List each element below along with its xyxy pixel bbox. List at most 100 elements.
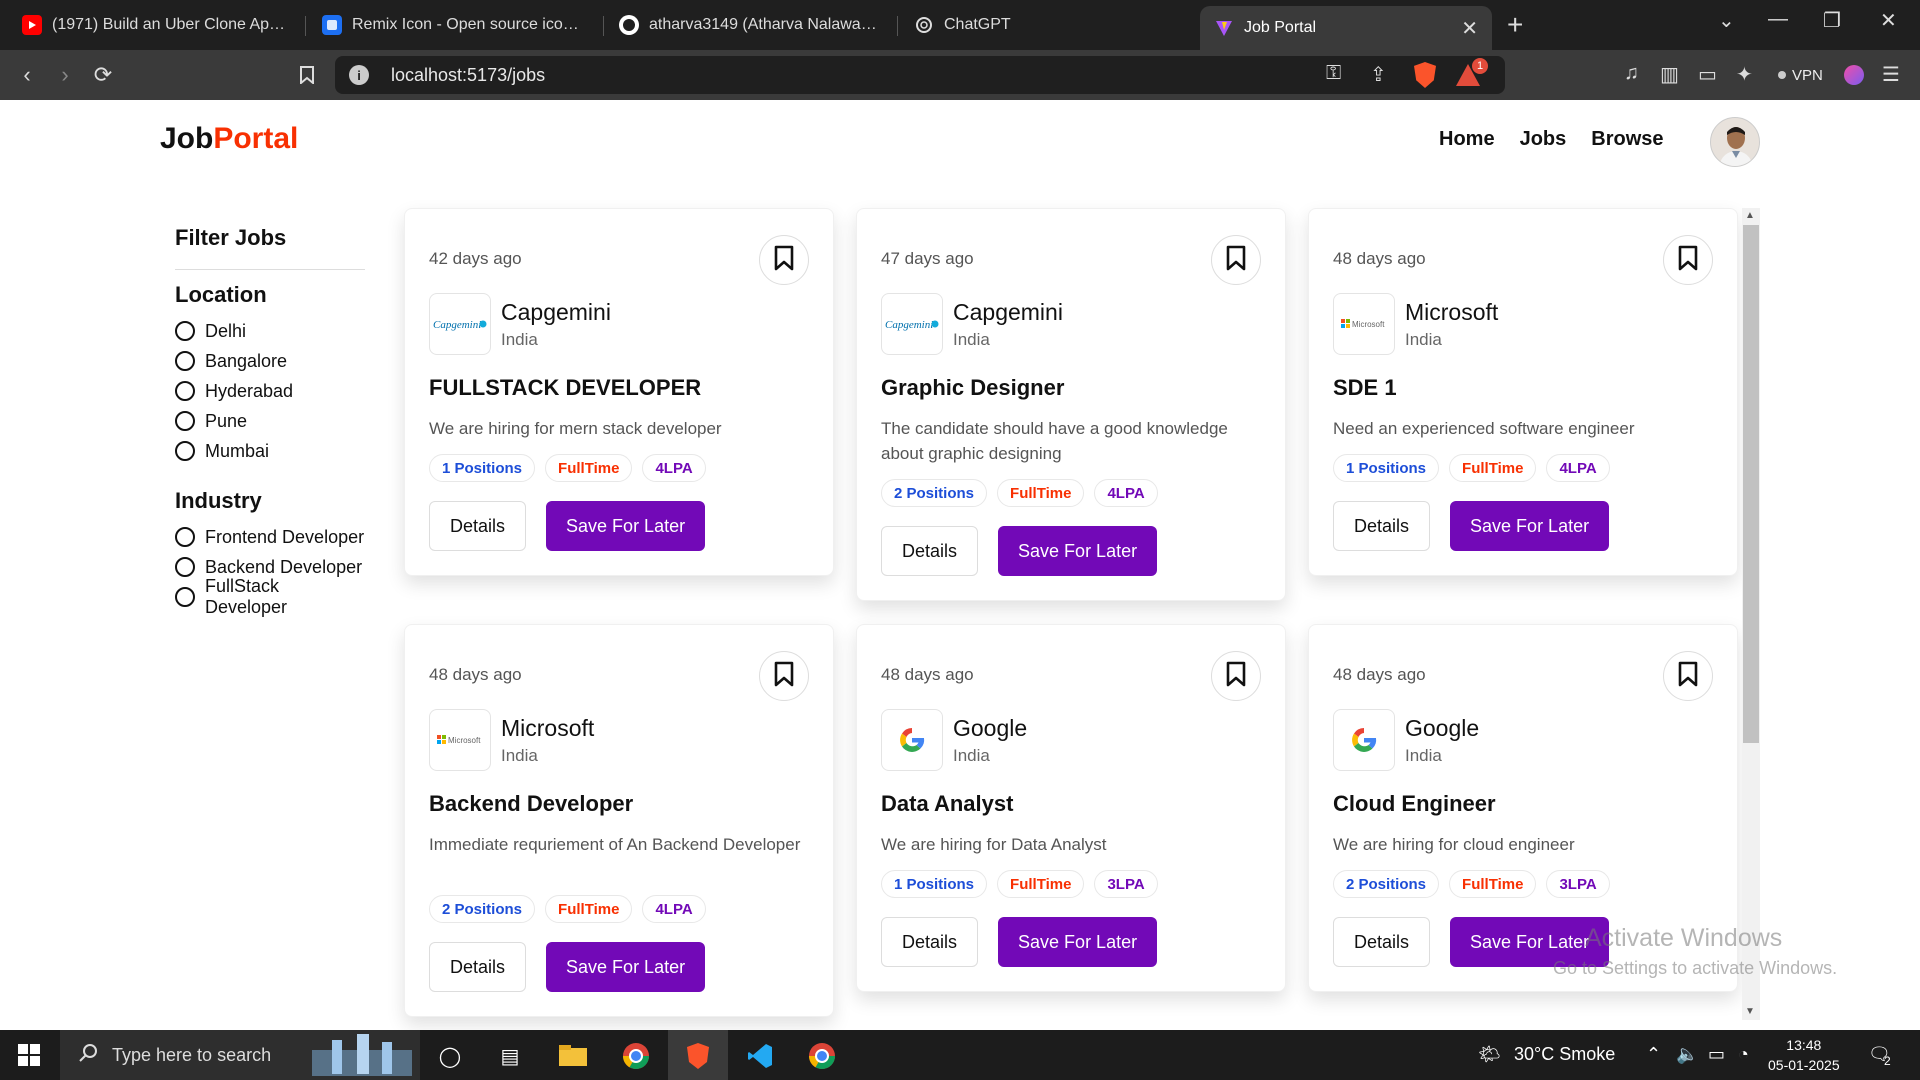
weather-icon[interactable]: 🌤: [1478, 1044, 1501, 1065]
radio-button[interactable]: [175, 411, 195, 431]
chevron-up-icon[interactable]: ⌃: [1646, 1044, 1661, 1065]
nav-home[interactable]: Home: [1439, 128, 1495, 151]
scroll-up-icon[interactable]: ▲: [1745, 210, 1755, 221]
radio-button[interactable]: [175, 527, 195, 547]
site-info-icon[interactable]: i: [349, 65, 369, 85]
nav-browse[interactable]: Browse: [1591, 128, 1663, 151]
job-type-badge: FullTime: [997, 479, 1085, 507]
vscode-icon[interactable]: [744, 1040, 776, 1072]
bookmark-button[interactable]: [1211, 235, 1261, 285]
close-window-button[interactable]: ✕: [1880, 8, 1897, 33]
avatar[interactable]: [1710, 117, 1760, 167]
back-icon[interactable]: ‹: [12, 60, 42, 90]
option-label: Mumbai: [205, 440, 270, 461]
weather-text[interactable]: 30°C Smoke: [1514, 1044, 1615, 1065]
logo-text-portal: Portal: [213, 122, 299, 155]
details-button[interactable]: Details: [881, 917, 979, 967]
url-text: localhost:5173/jobs: [391, 64, 546, 85]
taskbar-search[interactable]: Type here to search: [60, 1030, 420, 1080]
tab-title: atharva3149 (Atharva Nalawade): [649, 16, 881, 33]
company-info: Capgemini Capgemini India: [881, 293, 1063, 355]
logo-text-job: Job: [160, 122, 214, 155]
details-button[interactable]: Details: [1333, 501, 1431, 551]
bookmark-button[interactable]: [1663, 235, 1713, 285]
save-for-later-button[interactable]: Save For Later: [998, 917, 1158, 967]
close-tab-icon[interactable]: ✕: [1461, 16, 1478, 41]
site-logo[interactable]: JobPortal: [160, 122, 298, 156]
bookmark-button[interactable]: [1211, 651, 1261, 701]
minimize-button[interactable]: —: [1768, 8, 1788, 31]
radio-button[interactable]: [175, 351, 195, 371]
radio-button[interactable]: [175, 587, 195, 607]
vpn-button[interactable]: VPN: [1770, 62, 1831, 88]
bookmark-button[interactable]: [759, 651, 809, 701]
radio-button[interactable]: [175, 557, 195, 577]
save-for-later-button[interactable]: Save For Later: [1450, 501, 1610, 551]
details-button[interactable]: Details: [1333, 917, 1431, 967]
wallet-icon[interactable]: ▭: [1698, 62, 1717, 87]
remix-icon: [322, 15, 342, 35]
details-button[interactable]: Details: [881, 526, 979, 576]
salary-badge: 4LPA: [642, 454, 706, 482]
radio-button[interactable]: [175, 321, 195, 341]
new-tab-button[interactable]: +: [1507, 10, 1523, 40]
clock[interactable]: 13:48 05-01-2025: [1768, 1035, 1840, 1075]
nav-jobs[interactable]: Jobs: [1520, 128, 1567, 151]
task-view-icon[interactable]: ◯: [434, 1040, 466, 1072]
scroll-down-icon[interactable]: ▼: [1745, 1006, 1755, 1017]
bookmark-button[interactable]: [759, 235, 809, 285]
widgets-icon[interactable]: ▤: [494, 1040, 526, 1072]
save-for-later-button[interactable]: Save For Later: [546, 942, 706, 992]
filter-option-delhi[interactable]: Delhi: [175, 316, 365, 346]
sidebar-icon[interactable]: ▥: [1660, 62, 1679, 87]
salary-badge: 3LPA: [1094, 870, 1158, 898]
filter-option-fullstack[interactable]: FullStack Developer: [175, 576, 365, 617]
tab-youtube[interactable]: (1971) Build an Uber Clone App wit: [8, 6, 303, 44]
leo-ai-icon[interactable]: ✦: [1736, 62, 1753, 87]
windows-start-icon[interactable]: [18, 1044, 40, 1066]
tab-list-chevron-icon[interactable]: ⌄: [1718, 8, 1735, 33]
wifi-icon[interactable]: ◔: [1738, 1044, 1749, 1065]
tab-github[interactable]: atharva3149 (Atharva Nalawade): [605, 6, 895, 44]
filter-option-frontend[interactable]: Frontend Developer: [175, 522, 365, 552]
option-label: Backend Developer: [205, 556, 363, 577]
filter-group-industry: Industry: [175, 488, 262, 513]
radio-button[interactable]: [175, 441, 195, 461]
reload-icon[interactable]: ⟳: [88, 60, 118, 90]
positions-badge: 1 Positions: [881, 870, 988, 898]
company-name: Microsoft: [501, 714, 595, 741]
forward-icon[interactable]: ›: [50, 60, 80, 90]
details-button[interactable]: Details: [429, 501, 527, 551]
volume-icon[interactable]: 🔈: [1676, 1044, 1698, 1065]
media-icon[interactable]: ♫: [1624, 62, 1639, 85]
filter-option-bangalore[interactable]: Bangalore: [175, 346, 365, 376]
save-for-later-button[interactable]: Save For Later: [998, 526, 1158, 576]
menu-icon[interactable]: ☰: [1882, 62, 1900, 87]
brave-icon[interactable]: [682, 1040, 714, 1072]
file-explorer-icon[interactable]: [557, 1040, 589, 1072]
scrollbar-thumb[interactable]: [1743, 225, 1759, 743]
filter-option-pune[interactable]: Pune: [175, 406, 365, 436]
key-icon[interactable]: ⚿: [1326, 62, 1341, 85]
tab-title: Job Portal: [1244, 19, 1317, 36]
restore-button[interactable]: ❐: [1823, 8, 1841, 33]
tab-chatgpt[interactable]: ChatGPT: [900, 6, 1190, 44]
bookmark-page-icon[interactable]: [292, 60, 322, 90]
bookmark-button[interactable]: [1663, 651, 1713, 701]
save-for-later-button[interactable]: Save For Later: [546, 501, 706, 551]
details-button[interactable]: Details: [429, 942, 527, 992]
share-icon[interactable]: ⇪: [1370, 62, 1387, 87]
tab-remix-icon[interactable]: Remix Icon - Open source icon libra: [308, 6, 600, 44]
filter-option-hyderabad[interactable]: Hyderabad: [175, 376, 365, 406]
battery-icon[interactable]: ▭: [1708, 1044, 1725, 1065]
company-info: Google India: [1333, 709, 1479, 771]
tab-job-portal[interactable]: Job Portal ✕: [1200, 6, 1492, 50]
radio-button[interactable]: [175, 381, 195, 401]
company-info: Google India: [881, 709, 1027, 771]
filter-option-mumbai[interactable]: Mumbai: [175, 436, 365, 466]
chrome-profile-icon[interactable]: [806, 1040, 838, 1072]
profile-icon[interactable]: [1844, 65, 1864, 85]
bookmark-icon: [774, 661, 794, 692]
tab-title: ChatGPT: [944, 16, 1011, 33]
chrome-icon[interactable]: [620, 1040, 652, 1072]
